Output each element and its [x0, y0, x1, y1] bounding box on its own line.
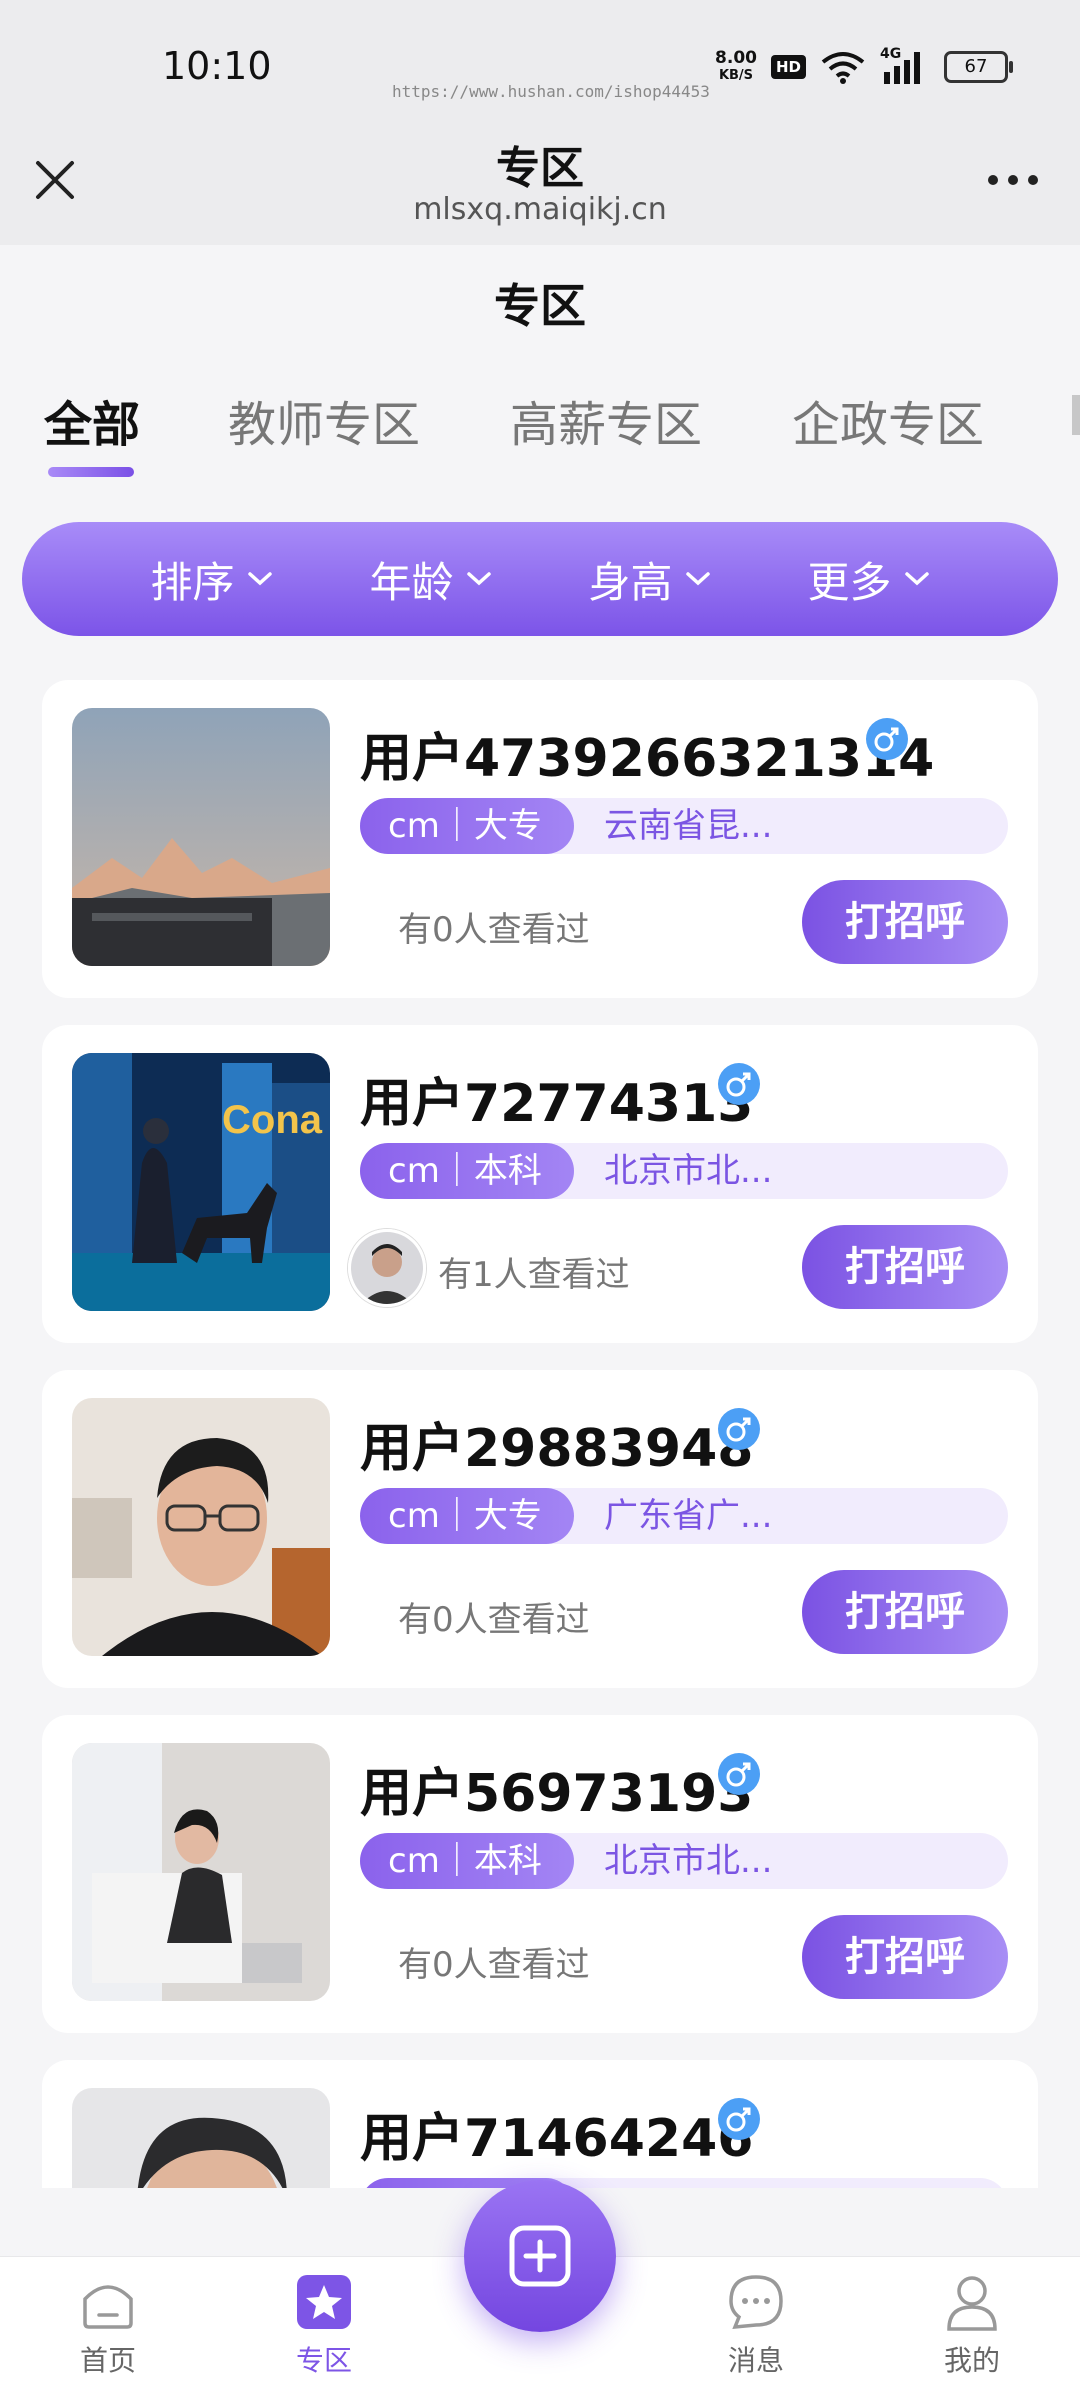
height-education-tag: cm｜大专: [360, 798, 574, 854]
user-photo[interactable]: Cona: [72, 1053, 330, 1311]
nav-messages[interactable]: 消息: [696, 2271, 816, 2379]
nav-label: 消息: [727, 2344, 784, 2377]
user-photo[interactable]: [72, 1743, 330, 2001]
greet-button[interactable]: 打招呼: [802, 1570, 1008, 1654]
view-count: 有0人查看过: [398, 1600, 590, 1640]
location-tag: 北京市北...: [604, 1151, 773, 1191]
view-count: 有0人查看过: [398, 1945, 590, 1985]
home-icon: [83, 2285, 133, 2329]
male-icon: [718, 1063, 760, 1105]
user-icon: [947, 2276, 997, 2331]
male-icon: [718, 1753, 760, 1795]
user-card[interactable]: 用户29883948 cm｜大专 广东省广... 有0人查看过 打招呼: [42, 1370, 1038, 1688]
user-tags: cm｜大专 云南省昆...: [360, 798, 1008, 854]
male-icon: [718, 1408, 760, 1450]
user-photo[interactable]: [72, 1398, 330, 1656]
user-name: 用户56973193: [360, 1764, 754, 1824]
chat-icon: [729, 2275, 783, 2330]
nav-zone[interactable]: 专区: [264, 2271, 384, 2379]
height-education-tag: cm｜本科: [360, 1143, 574, 1199]
user-name: 用户72774313: [360, 1074, 754, 1134]
star-icon: [297, 2275, 351, 2329]
greet-button[interactable]: 打招呼: [802, 1225, 1008, 1309]
user-name: 用户29883948: [360, 1419, 754, 1479]
view-count: 有0人查看过: [398, 910, 590, 950]
user-tags: [360, 2178, 1008, 2188]
nav-label: 专区: [295, 2344, 352, 2377]
location-tag: 北京市北...: [604, 1841, 773, 1881]
location-tag: 云南省昆...: [604, 806, 773, 846]
add-post-button[interactable]: [464, 2180, 616, 2332]
user-photo[interactable]: [72, 2088, 330, 2188]
user-list: 用户4739266321314 cm｜大专 云南省昆... 有0人查看过 打招呼…: [0, 0, 1080, 2188]
user-name: 用户71464246: [360, 2109, 754, 2169]
viewer-avatar: [348, 1229, 426, 1307]
user-card[interactable]: 用户4739266321314 cm｜大专 云南省昆... 有0人查看过 打招呼: [42, 680, 1038, 998]
user-card[interactable]: 用户56973193 cm｜本科 北京市北... 有0人查看过 打招呼: [42, 1715, 1038, 2033]
height-education-tag: cm｜大专: [360, 1488, 574, 1544]
location-tag: 广东省广...: [604, 1496, 773, 1536]
user-tags: cm｜本科 北京市北...: [360, 1833, 1008, 1889]
user-card[interactable]: 用户71464246: [42, 2060, 1038, 2188]
user-tags: cm｜大专 广东省广...: [360, 1488, 1008, 1544]
nav-mine[interactable]: 我的: [912, 2271, 1032, 2379]
nav-home[interactable]: 首页: [48, 2271, 168, 2379]
nav-label: 首页: [79, 2344, 136, 2377]
male-icon: [866, 718, 908, 760]
male-icon: [718, 2098, 760, 2140]
svg-text:Cona: Cona: [222, 1098, 323, 1142]
user-photo[interactable]: [72, 708, 330, 966]
greet-button[interactable]: 打招呼: [802, 1915, 1008, 1999]
greet-button[interactable]: 打招呼: [802, 880, 1008, 964]
user-card[interactable]: Cona 用户72774313 cm｜本科 北京市北... 有1人查看过 打招呼: [42, 1025, 1038, 1343]
nav-label: 我的: [943, 2344, 1000, 2377]
view-count: 有1人查看过: [438, 1255, 630, 1295]
height-education-tag: cm｜本科: [360, 1833, 574, 1889]
plus-icon: [509, 2225, 571, 2287]
user-tags: cm｜本科 北京市北...: [360, 1143, 1008, 1199]
user-name: 用户4739266321314: [360, 729, 935, 789]
